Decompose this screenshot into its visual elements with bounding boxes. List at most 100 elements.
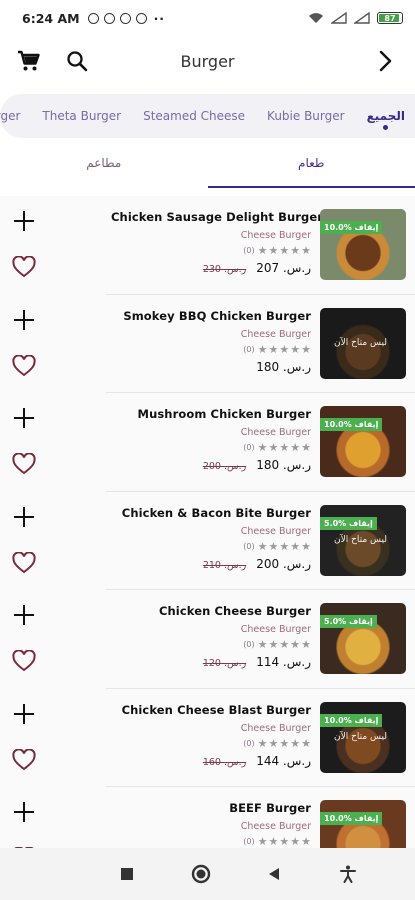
add-to-cart-plus-icon[interactable] [14, 408, 34, 428]
heart-icon[interactable] [12, 650, 36, 672]
star-icon: ★ [301, 441, 311, 454]
product-card[interactable]: Mushroom Chicken Burger Cheese Burger (0… [12, 393, 415, 492]
product-name: Chicken Cheese Burger [158, 604, 311, 618]
category-item-all[interactable]: الجميع [367, 109, 405, 130]
back-button[interactable] [257, 857, 291, 891]
product-prices: ر.س. 120 ر.س. 114 [111, 655, 311, 669]
product-card[interactable]: Chicken Cheese Blast Burger Cheese Burge… [12, 689, 415, 787]
star-icon: ★ [290, 342, 301, 356]
star-icon: ★ [279, 736, 290, 750]
old-price: ر.س. 210 [202, 559, 247, 571]
star-icon: ★ [268, 342, 279, 356]
category-item[interactable]: Kubie Burger [267, 109, 345, 123]
product-image[interactable]: 10.0% إيقاف [320, 209, 406, 280]
status-time: 6:24 AM [22, 10, 80, 26]
add-to-cart-plus-icon[interactable] [14, 605, 34, 625]
add-to-cart-plus-icon[interactable] [14, 802, 34, 822]
discount-badge: 10.0% إيقاف [320, 418, 383, 431]
old-price: ر.س. 200 [202, 461, 247, 472]
review-count: (0) [243, 344, 255, 354]
product-info: BEEF Burger Cheese Burger (0) ★ ★ ★ ★ ★ [111, 801, 311, 848]
unavailable-label: ليس متاح الآن [334, 534, 387, 545]
unavailable-label: ليس متاح الآن [334, 337, 387, 348]
product-actions [0, 787, 50, 848]
star-icon: ★ [257, 539, 268, 553]
star-icon: ★ [301, 638, 311, 651]
star-icon: ★ [279, 539, 290, 553]
category-list: tburger Theta Burger Steamed Cheese Kubi… [0, 109, 405, 130]
product-card[interactable]: Smokey BBQ Chicken Burger Cheese Burger … [12, 295, 415, 393]
product-actions [0, 196, 50, 294]
next-button[interactable] [371, 46, 401, 76]
product-rating: (0) ★ ★ ★ ★ ★ [111, 737, 311, 750]
star-icon: ★ [257, 638, 268, 651]
product-actions [0, 492, 50, 590]
status-bar: 6:24 AM ·· 87 [0, 0, 415, 36]
star-icon: ★ [301, 835, 311, 848]
star-icon: ★ [257, 736, 268, 750]
star-icon: ★ [268, 539, 279, 553]
star-icon: ★ [257, 835, 268, 848]
product-prices: ر.س. 230 ر.س. 207 [111, 261, 311, 275]
current-price: ر.س. 207 [256, 261, 311, 275]
add-to-cart-plus-icon[interactable] [14, 703, 34, 724]
product-category: Cheese Burger [240, 722, 311, 734]
tab-restaurants[interactable]: مطاعم [0, 140, 208, 188]
cart-button[interactable] [14, 46, 44, 76]
star-icon: ★ [290, 736, 301, 750]
heart-icon[interactable] [12, 551, 36, 574]
tab-food[interactable]: طعام [207, 140, 415, 188]
status-icons: ·· [87, 10, 166, 26]
current-price: ر.س. 144 [256, 753, 311, 768]
add-to-cart-plus-icon[interactable] [14, 309, 34, 330]
heart-icon[interactable] [12, 453, 36, 475]
category-bar: tburger Theta Burger Steamed Cheese Kubi… [0, 94, 415, 138]
heart-icon[interactable] [12, 256, 36, 278]
unavailable-label: ليس متاح الآن [334, 731, 387, 742]
category-item[interactable]: tburger [0, 109, 20, 123]
product-card[interactable]: Chicken & Bacon Bite Burger Cheese Burge… [12, 492, 415, 590]
recent-apps-button[interactable] [110, 857, 144, 891]
heart-icon[interactable] [12, 748, 36, 771]
add-to-cart-plus-icon[interactable] [14, 211, 34, 231]
product-card[interactable]: Chicken Sausage Delight Burger Cheese Bu… [12, 196, 415, 295]
heart-icon[interactable] [12, 354, 36, 377]
product-info: Chicken Cheese Burger Cheese Burger (0) … [111, 604, 311, 669]
category-item[interactable]: Steamed Cheese [143, 109, 245, 123]
current-price: ر.س. 180 [256, 359, 311, 374]
circle-icon [191, 864, 210, 884]
accessibility-button[interactable] [331, 857, 365, 891]
product-image[interactable]: 10.0% إيقاف [320, 800, 406, 848]
product-prices: ر.س. 200 ر.س. 180 [111, 458, 311, 472]
old-price: ر.س. 120 [202, 658, 247, 669]
category-item[interactable]: Theta Burger [42, 109, 121, 123]
chevron-right-icon [379, 50, 392, 72]
add-to-cart-plus-icon[interactable] [14, 506, 34, 527]
product-actions [0, 393, 50, 491]
product-image[interactable]: ليس متاح الآن [320, 307, 406, 379]
product-name: Smokey BBQ Chicken Burger [123, 308, 311, 323]
product-image[interactable]: 10.0% إيقاف [320, 406, 406, 477]
review-count: (0) [243, 738, 255, 748]
product-info: Chicken & Bacon Bite Burger Cheese Burge… [111, 506, 311, 571]
product-list[interactable]: Chicken Sausage Delight Burger Cheese Bu… [0, 196, 415, 848]
square-icon [120, 868, 133, 880]
current-price: ر.س. 114 [256, 655, 311, 669]
star-icon: ★ [290, 441, 301, 454]
home-button[interactable] [184, 857, 218, 891]
search-button[interactable] [62, 46, 92, 76]
search-icon [67, 51, 88, 72]
star-icon: ★ [301, 244, 311, 257]
product-name: BEEF Burger [229, 801, 311, 815]
product-image[interactable]: 5.0% إيقاف ليس متاح الآن [320, 504, 406, 576]
star-icon: ★ [268, 736, 279, 750]
discount-badge: 10.0% إيقاف [320, 221, 383, 234]
product-card[interactable]: BEEF Burger Cheese Burger (0) ★ ★ ★ ★ ★ … [14, 787, 415, 848]
star-icon: ★ [279, 835, 290, 848]
product-image[interactable]: 5.0% إيقاف [320, 603, 406, 674]
product-image[interactable]: 10.0% إيقاف ليس متاح الآن [320, 701, 406, 773]
product-rating: (0) ★ ★ ★ ★ ★ [111, 638, 311, 651]
star-icon: ★ [301, 342, 311, 356]
more-status-icon: ·· [153, 10, 166, 26]
product-card[interactable]: Chicken Cheese Burger Cheese Burger (0) … [12, 590, 415, 689]
